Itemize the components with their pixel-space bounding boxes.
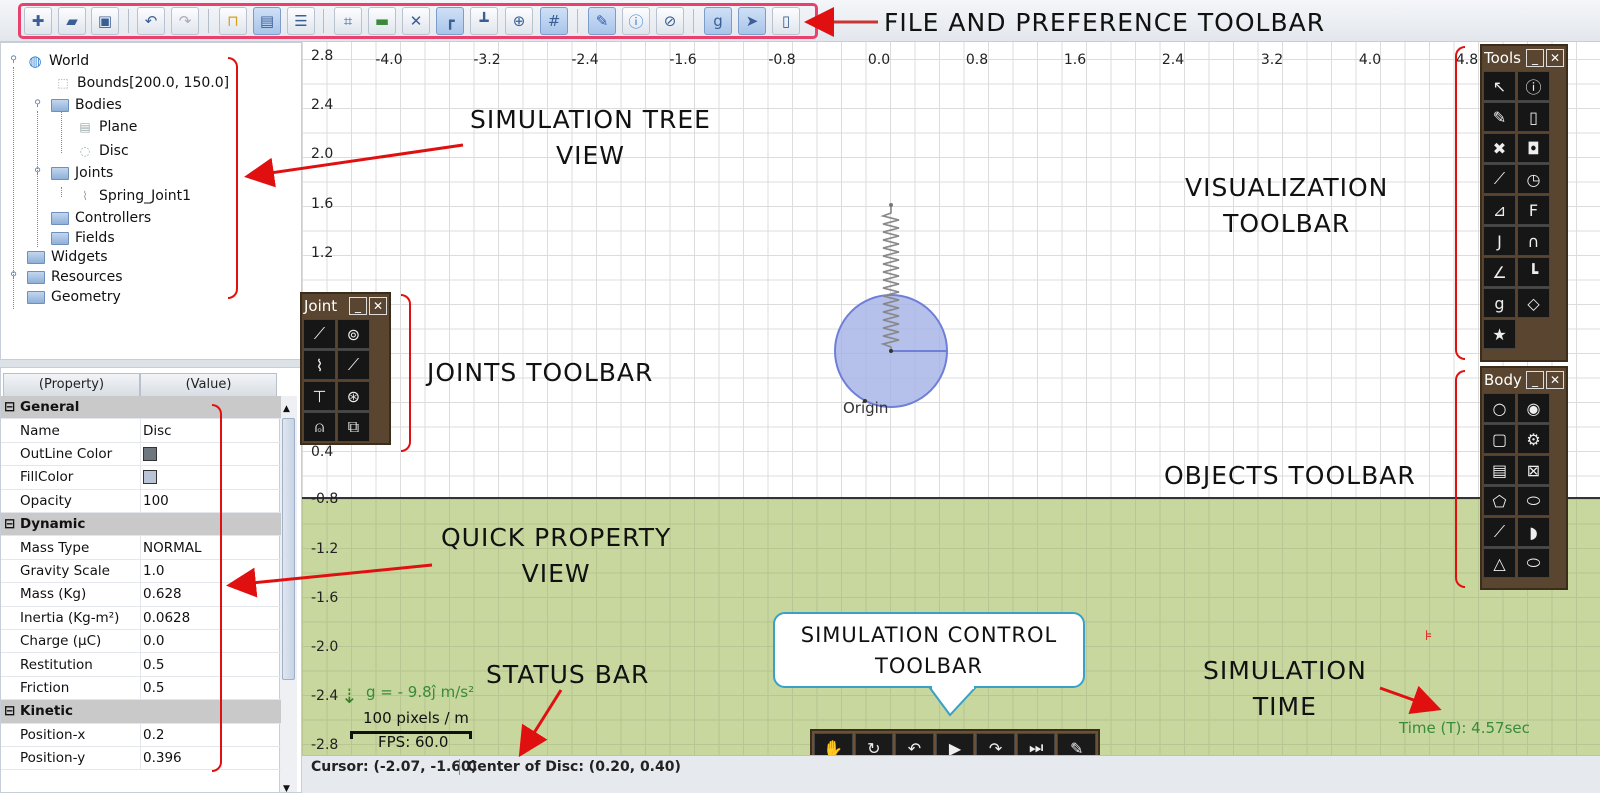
annotation-arrows bbox=[226, 7, 1442, 758]
